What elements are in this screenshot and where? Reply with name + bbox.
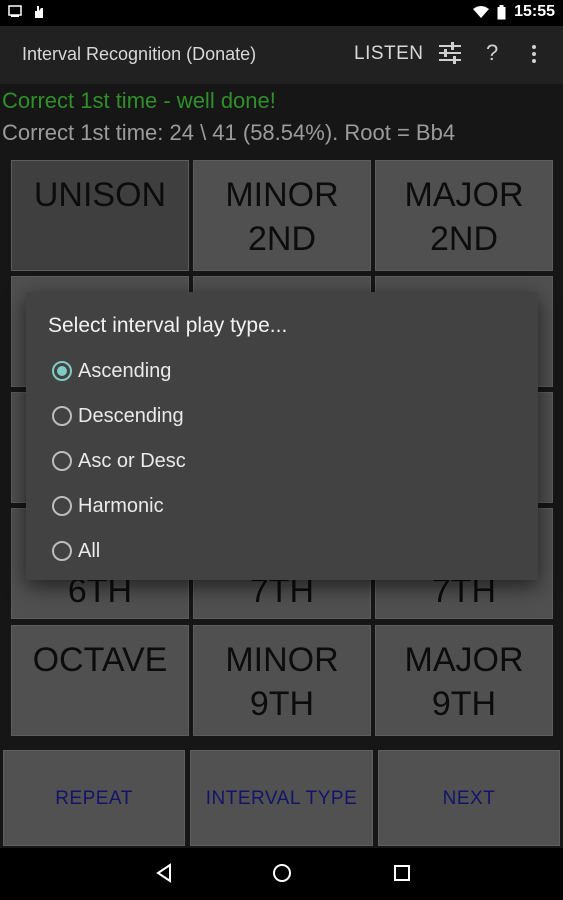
- settings-sliders-icon[interactable]: [438, 40, 462, 66]
- option-label: All: [78, 539, 101, 562]
- screen-cast-icon: [8, 5, 22, 17]
- option-label: Descending: [78, 404, 184, 427]
- option-asc-or-desc[interactable]: Asc or Desc: [52, 441, 186, 481]
- battery-icon: [497, 4, 506, 19]
- dialog-title: Select interval play type...: [48, 314, 288, 337]
- play-type-dialog: Select interval play type... Ascending D…: [26, 292, 538, 580]
- radio-unchecked-icon[interactable]: [52, 496, 72, 516]
- wifi-icon: [473, 6, 490, 18]
- radio-unchecked-icon[interactable]: [52, 406, 72, 426]
- radio-checked-icon[interactable]: [52, 361, 72, 381]
- radio-unchecked-icon[interactable]: [52, 451, 72, 471]
- radio-unchecked-icon[interactable]: [52, 541, 72, 561]
- option-descending[interactable]: Descending: [52, 396, 184, 436]
- overflow-menu-icon[interactable]: [530, 44, 538, 64]
- option-label: Ascending: [78, 359, 172, 382]
- status-bar: 15:55: [0, 0, 563, 26]
- option-all[interactable]: All: [52, 531, 100, 571]
- clock: 15:55: [514, 3, 555, 20]
- option-label: Asc or Desc: [78, 449, 186, 472]
- app-title: Interval Recognition (Donate): [22, 44, 257, 64]
- home-icon[interactable]: [271, 862, 293, 884]
- app-bar: Interval Recognition (Donate) LISTEN ?: [0, 26, 563, 84]
- option-ascending[interactable]: Ascending: [52, 351, 171, 391]
- listen-button[interactable]: LISTEN: [354, 43, 424, 65]
- recents-icon[interactable]: [393, 862, 411, 884]
- option-harmonic[interactable]: Harmonic: [52, 486, 164, 526]
- nav-bar: [0, 848, 563, 900]
- help-icon[interactable]: ?: [486, 40, 498, 66]
- option-label: Harmonic: [78, 494, 164, 517]
- back-icon[interactable]: [154, 862, 174, 884]
- hand-icon: [35, 6, 43, 18]
